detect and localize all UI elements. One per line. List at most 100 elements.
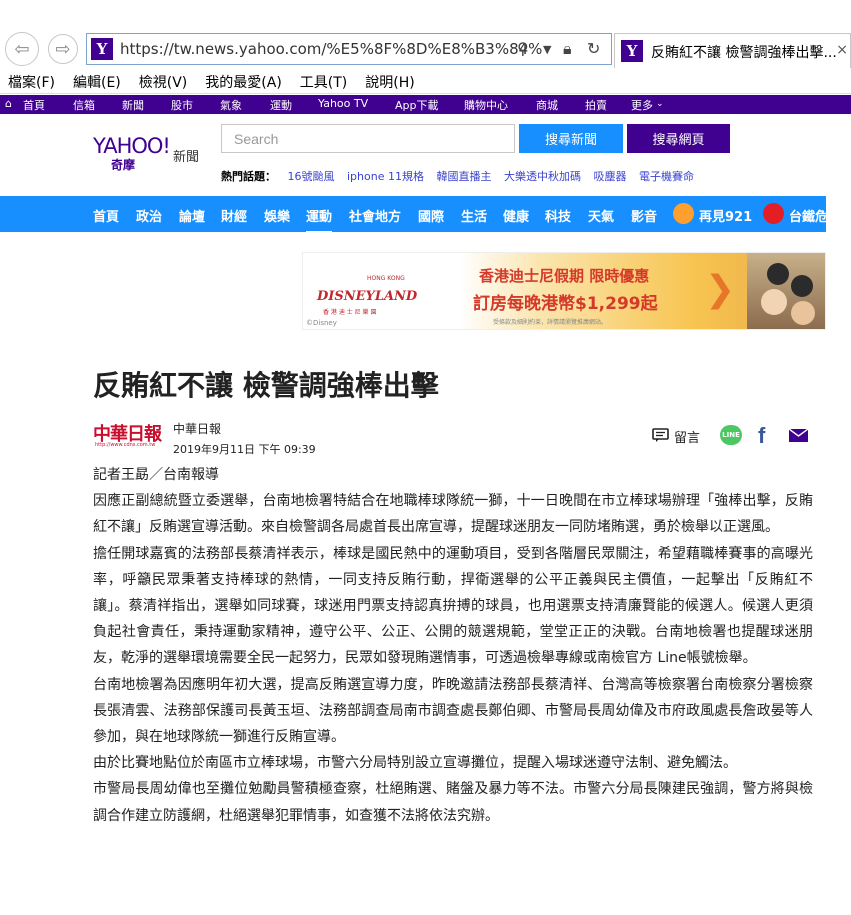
browser-tab[interactable]: Y 反賄紅不讓 檢警調強棒出擊... × (614, 33, 851, 68)
nav-health[interactable]: 健康 (503, 206, 529, 225)
menu-edit[interactable]: 編輯(E) (73, 72, 121, 92)
topbar-more[interactable]: 更多 (631, 97, 653, 113)
lock-icon[interactable]: 🔒︎ (563, 39, 572, 59)
menu-view[interactable]: 檢視(V) (139, 72, 188, 92)
forward-arrow-icon: ⇨ (55, 38, 71, 60)
chevron-right-icon: ❯ (705, 269, 736, 310)
nav-video[interactable]: 影音 (631, 206, 657, 225)
topbar-home[interactable]: 首頁 (23, 97, 45, 113)
ad-brand: DISNEYLAND (317, 289, 418, 304)
nav-home[interactable]: 首頁 (93, 206, 119, 225)
nav-forum[interactable]: 論壇 (179, 206, 205, 225)
address-row: ⇦ ⇨ Y https://tw.news.yahoo.com/%E5%8F%8… (0, 30, 851, 68)
hot-topic-link[interactable]: iphone 11規格 (347, 170, 424, 183)
menu-tools[interactable]: 工具(T) (300, 72, 347, 92)
publisher-logo-url: http://www.cdns.com.tw (95, 442, 156, 448)
nav-international[interactable]: 國際 (418, 206, 444, 225)
hot-topics-label: 熱門話題： (221, 170, 276, 183)
search-icon[interactable]: ⚲ (517, 39, 529, 58)
ad-photo (747, 253, 825, 329)
nav-railway[interactable]: 台鐵危 (789, 206, 826, 225)
disneyland-logo: HONG KONG DISNEYLAND 香 港 迪 士 尼 樂 園 (309, 267, 417, 316)
comment-icon[interactable] (652, 428, 669, 442)
hot-topic-link[interactable]: 吸塵器 (593, 170, 626, 183)
flower-icon (673, 203, 694, 224)
topbar-auction[interactable]: 拍賣 (585, 97, 607, 113)
category-nav: 首頁 政治 論壇 財經 娛樂 運動 社會地方 國際 生活 健康 科技 天氣 影音… (0, 196, 826, 232)
nav-sports[interactable]: 運動 (306, 206, 333, 232)
menu-help[interactable]: 說明(H) (365, 72, 414, 92)
nav-life[interactable]: 生活 (461, 206, 487, 225)
train-icon (763, 203, 784, 224)
search-web-button[interactable]: 搜尋網頁 (627, 124, 730, 153)
mail-icon[interactable] (789, 429, 808, 442)
nav-921[interactable]: 再見921 (699, 206, 752, 225)
article-title: 反賄紅不讓 檢警調強棒出擊 (93, 369, 439, 402)
topbar-weather[interactable]: 氣象 (220, 97, 242, 113)
address-bar[interactable]: Y https://tw.news.yahoo.com/%E5%8F%8D%E8… (86, 33, 612, 65)
article-paragraph: 因應正副總統暨立委選舉，台南地檢署特結合在地職棒球隊統一獅，十一日晚間在市立棒球… (93, 493, 813, 536)
nav-weather[interactable]: 天氣 (588, 206, 614, 225)
topbar-sports[interactable]: 運動 (270, 97, 292, 113)
nav-entertainment[interactable]: 娛樂 (264, 206, 290, 225)
url-text[interactable]: https://tw.news.yahoo.com/%E5%8F%8D%E8%B… (120, 40, 542, 58)
search-input[interactable] (221, 124, 515, 153)
nav-politics[interactable]: 政治 (136, 206, 162, 225)
yahoo-favicon-icon: Y (91, 38, 113, 60)
topbar-app-download[interactable]: App下載 (395, 97, 439, 113)
topbar-news[interactable]: 新聞 (122, 97, 144, 113)
menu-favorites[interactable]: 我的最愛(A) (205, 72, 282, 92)
topbar-mail[interactable]: 信箱 (73, 97, 95, 113)
menu-file[interactable]: 檔案(F) (8, 72, 55, 92)
article-paragraph: 由於比賽地點位於南區市立棒球場，市警六分局特別設立宣導攤位，提醒入場球迷遵守法制… (93, 755, 737, 772)
nav-finance[interactable]: 財經 (221, 206, 247, 225)
tab-title: 反賄紅不讓 檢警調強棒出擊... (651, 45, 837, 61)
ad-headline: 香港迪士尼假期 限時優惠 (479, 267, 650, 285)
comment-label[interactable]: 留言 (674, 427, 700, 446)
publisher-name[interactable]: 中華日報 (173, 420, 221, 437)
hot-topic-link[interactable]: 大樂透中秋加碼 (504, 170, 581, 183)
logo-news: 新聞 (173, 150, 200, 165)
article-body: 記者王勗／台南報導 因應正副總統暨立委選舉，台南地檢署特結合在地職棒球隊統一獅，… (93, 462, 813, 829)
browser-chrome: ⇦ ⇨ Y https://tw.news.yahoo.com/%E5%8F%8… (0, 0, 851, 95)
menu-bar: 檔案(F) 編輯(E) 檢視(V) 我的最愛(A) 工具(T) 說明(H) (0, 70, 851, 94)
ad-brand-sub: 香 港 迪 士 尼 樂 園 (323, 309, 377, 316)
hot-topic-link[interactable]: 電子機賽命 (639, 170, 694, 183)
logo-sub: 奇摩 (111, 158, 136, 172)
ad-fine-print: 受條款及細則約束，詳情請瀏覽推廣網站。 (493, 319, 608, 326)
hot-topics: 熱門話題： 16號颱風 iphone 11規格 韓國直播主 大樂透中秋加碼 吸塵… (221, 168, 703, 184)
article-paragraph: 市警局長周幼偉也至攤位勉勵員警積極查察，杜絕賄選、賭盤及暴力等不法。市警六分局長… (93, 781, 813, 824)
line-icon[interactable]: LINE (720, 425, 742, 445)
article-byline: 記者王勗／台南報導 (93, 467, 219, 483)
refresh-icon[interactable]: ↻ (587, 39, 600, 58)
ad-offer: 訂房每晚港幣$1,299起 (473, 294, 658, 314)
hot-topic-link[interactable]: 韓國直播主 (436, 170, 491, 183)
article-paragraph: 擔任開球嘉賓的法務部長蔡清祥表示，棒球是國民熱中的運動項目，受到各階層民眾關注，… (93, 545, 813, 667)
back-arrow-icon: ⇦ (14, 38, 30, 60)
ad-copyright: ©Disney (306, 319, 337, 327)
logo-main: YAHOO! (93, 134, 171, 158)
yahoo-logo[interactable]: YAHOO! 奇摩 新聞 (93, 134, 199, 172)
article-paragraph: 台南地檢署為因應明年初大選，提高反賄選宣導力度，昨晚邀請法務部長蔡清祥、台灣高等… (93, 676, 813, 746)
publish-date: 2019年9月11日 下午 09:39 (173, 443, 316, 456)
publisher-logo[interactable]: 中華日報 http://www.cdns.com.tw (93, 420, 163, 454)
search-news-button[interactable]: 搜尋新聞 (519, 124, 623, 153)
back-button[interactable]: ⇦ (5, 32, 39, 66)
topbar-mall[interactable]: 商城 (536, 97, 558, 113)
topbar-stock[interactable]: 股市 (171, 97, 193, 113)
close-icon[interactable]: × (836, 42, 848, 58)
yahoo-favicon-icon: Y (621, 40, 643, 62)
nav-society[interactable]: 社會地方 (349, 206, 401, 225)
forward-button[interactable]: ⇨ (48, 34, 78, 64)
ad-brand-top: HONG KONG (367, 275, 405, 282)
site-header: YAHOO! 奇摩 新聞 搜尋新聞 搜尋網頁 熱門話題： 16號颱風 iphon… (0, 114, 851, 196)
ad-banner[interactable]: HONG KONG DISNEYLAND 香 港 迪 士 尼 樂 園 香港迪士尼… (302, 252, 826, 330)
home-icon[interactable]: ⌂ (5, 97, 12, 110)
nav-tech[interactable]: 科技 (545, 206, 571, 225)
topbar-shopping[interactable]: 購物中心 (464, 97, 508, 113)
facebook-icon[interactable]: f (758, 423, 765, 449)
topbar-yahoo-tv[interactable]: Yahoo TV (318, 97, 368, 110)
chevron-down-icon[interactable]: ⌄ (656, 99, 664, 109)
hot-topic-link[interactable]: 16號颱風 (288, 170, 335, 183)
dropdown-icon[interactable]: ▼ (543, 43, 551, 56)
